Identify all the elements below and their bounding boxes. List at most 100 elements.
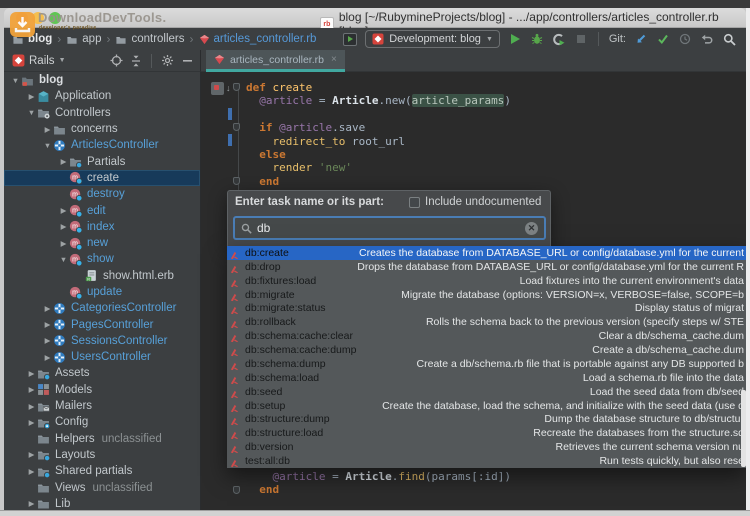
history-clock-icon[interactable] [678,32,692,46]
tree-item-destroy[interactable]: m destroy [4,186,200,202]
code-token: 'new' [318,161,352,175]
tree-item-application[interactable]: ▶ Application [4,88,200,104]
git-commit-icon[interactable] [656,32,670,46]
git-update-icon[interactable] [634,32,648,46]
tree-item-create[interactable]: m create [4,169,200,187]
tree-item-pagescontroller[interactable]: ▶ PagesController [4,316,200,332]
tree-item-blog[interactable]: ▼ blog [4,72,200,88]
task-row-db-fixtures-load[interactable]: db:fixtures:load Load fixtures into the c… [227,274,746,288]
task-row-db-schema-cache-dump[interactable]: db:schema:cache:dump Create a db/schema_c… [227,343,746,357]
task-row-db-drop[interactable]: db:drop Drops the database from DATABASE_… [227,260,746,274]
breadcrumb-item-articles-controller-rb[interactable]: articles_controller.rb [199,33,316,45]
run-with-coverage-button[interactable] [552,32,566,46]
tree-expand-closed-icon[interactable]: ▶ [58,157,69,166]
tree-item-mailers[interactable]: ▶ Mailers [4,398,200,414]
tree-expand-closed-icon[interactable]: ▶ [26,499,37,508]
collapse-all-icon[interactable] [129,54,143,68]
run-button[interactable] [508,32,522,46]
task-row-db-version[interactable]: db:version Retrieves the current schema v… [227,440,746,454]
search-everywhere-icon[interactable] [722,32,736,46]
task-search-field[interactable]: ✕ [233,216,546,240]
tree-item-articlescontroller[interactable]: ▼ ArticlesController [4,137,200,153]
tree-expand-closed-icon[interactable]: ▶ [58,239,69,248]
task-row-db-migrate[interactable]: db:migrate Migrate the database (options:… [227,288,746,302]
tree-expand-closed-icon[interactable]: ▶ [26,402,37,411]
tree-expand-closed-icon[interactable]: ▶ [26,467,37,476]
tree-item-shared-partials[interactable]: ▶ Shared partials [4,463,200,479]
rubymine-icon [12,54,25,67]
debug-button[interactable] [530,32,544,46]
tree-item-show-html-erb[interactable]: Rshow.html.erb [4,268,200,284]
tree-expand-closed-icon[interactable]: ▶ [26,418,37,427]
tree-item-helpers[interactable]: Helpers unclassified [4,431,200,447]
tab-articles-controller[interactable]: articles_controller.rb × [206,50,345,72]
tree-item-new[interactable]: ▶ m new [4,235,200,251]
hide-panel-icon[interactable] [180,54,194,68]
task-row-db-schema-cache-clear[interactable]: db:schema:cache:clear Clear a db/schema_c… [227,329,746,343]
tree-expand-closed-icon[interactable]: ▶ [58,206,69,215]
rollback-icon[interactable] [700,32,714,46]
tree-item-views[interactable]: Views unclassified [4,479,200,495]
fold-marker[interactable] [233,123,240,131]
tree-item-update[interactable]: m update [4,284,200,300]
task-description: Load fixtures into the current environme… [519,274,744,287]
tree-expand-closed-icon[interactable]: ▶ [42,336,53,345]
run-anything-icon[interactable] [343,32,358,46]
fold-marker[interactable] [233,177,240,185]
tree-expand-closed-icon[interactable]: ▶ [26,369,37,378]
settings-gear-icon[interactable] [160,54,174,68]
breadcrumb-item-controllers[interactable]: controllers [115,33,185,45]
tree-expand-closed-icon[interactable]: ▶ [26,450,37,459]
task-name: db:setup [245,399,286,412]
tree-item-partials[interactable]: ▶ Partials [4,153,200,169]
tree-expand-open-icon[interactable]: ▼ [58,255,69,264]
breadcrumb-item-app[interactable]: app [66,33,101,45]
tree-item-layouts[interactable]: ▶ Layouts [4,447,200,463]
tree-item-show[interactable]: ▼ m show [4,251,200,267]
task-row-db-schema-load[interactable]: db:schema:load Load a schema.rb file into… [227,371,746,385]
tree-expand-closed-icon[interactable]: ▶ [42,304,53,313]
tree-expand-closed-icon[interactable]: ▶ [26,385,37,394]
tree-item-lib[interactable]: ▶ Lib [4,496,200,510]
fold-marker[interactable] [233,486,240,494]
gutter-run-icon[interactable] [211,82,224,95]
task-row-db-migrate-status[interactable]: db:migrate:status Display status of migra… [227,302,746,316]
tree-expand-open-icon[interactable]: ▼ [42,141,53,150]
tree-item-edit[interactable]: ▶ m edit [4,202,200,218]
task-row-test-all-db[interactable]: test:all:db Run tests quickly, but also r… [227,454,746,468]
task-search-input[interactable] [257,221,525,235]
fold-marker[interactable] [233,83,240,91]
stop-button[interactable] [574,32,588,46]
tree-expand-closed-icon[interactable]: ▶ [26,92,37,101]
tree-expand-closed-icon[interactable]: ▶ [42,320,53,329]
task-row-db-create[interactable]: db:create Creates the database from DATAB… [227,246,746,260]
tree-item-userscontroller[interactable]: ▶ UsersController [4,349,200,365]
clear-search-icon[interactable]: ✕ [525,221,538,235]
tree-expand-closed-icon[interactable]: ▶ [42,353,53,362]
method-icon: m [69,253,83,267]
tree-item-controllers[interactable]: ▼ Controllers [4,105,200,121]
tree-item-index[interactable]: ▶ m index [4,219,200,235]
include-undocumented-checkbox[interactable] [409,197,420,208]
desktop-edge [0,0,750,8]
tree-expand-closed-icon[interactable]: ▶ [42,125,53,134]
tree-item-config[interactable]: ▶ Config [4,414,200,430]
task-row-db-schema-dump[interactable]: db:schema:dump Create a db/schema.rb file… [227,357,746,371]
tree-expand-closed-icon[interactable]: ▶ [58,222,69,231]
task-row-db-seed[interactable]: db:seed Load the seed data from db/seed [227,385,746,399]
project-view-selector[interactable]: Rails ▼ [12,54,66,67]
tree-expand-open-icon[interactable]: ▼ [10,76,21,85]
run-configuration-select[interactable]: Development: blog ▼ [365,30,500,48]
task-row-db-setup[interactable]: db:setup Create the database, load the sc… [227,399,746,413]
task-row-db-rollback[interactable]: db:rollback Rolls the schema back to the … [227,315,746,329]
close-tab-icon[interactable]: × [331,54,337,65]
tree-item-models[interactable]: ▶ Models [4,382,200,398]
task-row-db-structure-dump[interactable]: db:structure:dump Dump the database struc… [227,413,746,427]
tree-item-sessionscontroller[interactable]: ▶ SessionsController [4,333,200,349]
task-row-db-structure-load[interactable]: db:structure:load Recreate the databases … [227,426,746,440]
tree-item-concerns[interactable]: ▶ concerns [4,121,200,137]
tree-item-assets[interactable]: ▶ Assets [4,365,200,381]
tree-item-categoriescontroller[interactable]: ▶ CategoriesController [4,300,200,316]
tree-expand-open-icon[interactable]: ▼ [26,108,37,117]
locate-file-icon[interactable] [109,54,123,68]
